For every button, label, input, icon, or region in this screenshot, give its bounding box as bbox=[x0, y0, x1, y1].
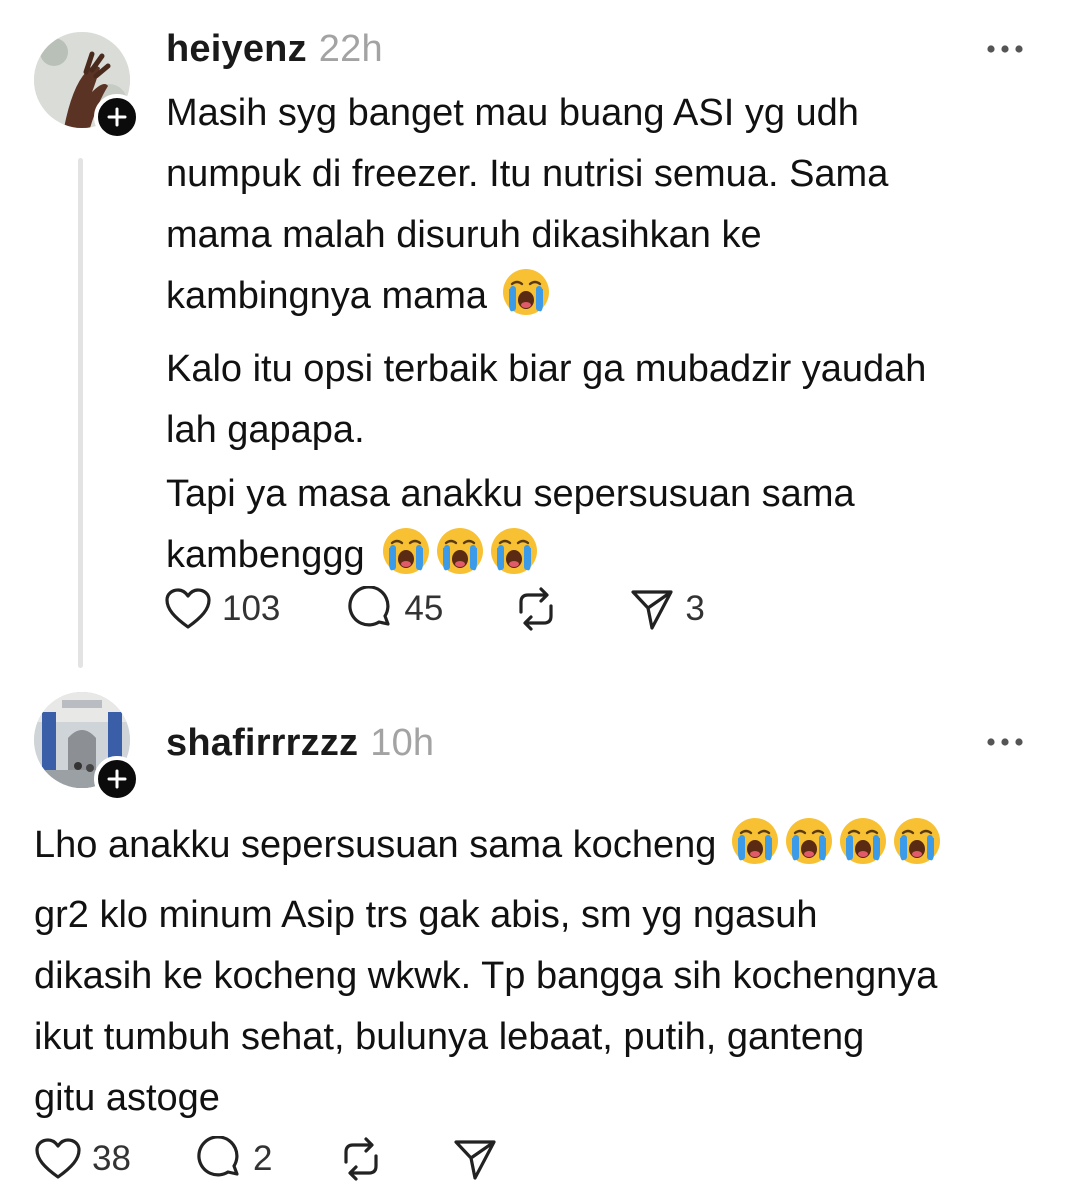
repost-icon bbox=[344, 1137, 379, 1181]
loudly-crying-face-icon bbox=[381, 526, 431, 576]
like-count: 103 bbox=[222, 589, 281, 628]
reply-count: 2 bbox=[252, 1139, 273, 1178]
body-line: gitu astoge bbox=[34, 1077, 220, 1119]
timestamp: 10h bbox=[370, 722, 435, 764]
repost-button[interactable] bbox=[513, 586, 559, 632]
body-line: numpuk di freezer. Itu nutrisi semua. Sa… bbox=[166, 153, 889, 195]
post-heiyenz: heiyenz 22h Masih syg banget mau buang AS… bbox=[0, 0, 1068, 680]
body-line: Kalo itu opsi terbaik biar ga mubadzir y… bbox=[166, 348, 927, 390]
plus-icon bbox=[107, 769, 127, 789]
body-line: lah gapapa. bbox=[166, 409, 365, 451]
repost-icon bbox=[519, 587, 553, 631]
comment-icon bbox=[197, 1136, 239, 1177]
body-line: Masih syg banget mau buang ASI yg udh bbox=[166, 92, 859, 134]
username[interactable]: shafirrrzzz bbox=[166, 722, 358, 764]
follow-button[interactable] bbox=[94, 94, 140, 140]
comment-icon bbox=[348, 586, 391, 627]
loudly-crying-face-icon bbox=[730, 816, 780, 866]
body-line: kambingnya mama bbox=[166, 275, 488, 317]
body-line: kambenggg bbox=[166, 534, 365, 576]
plus-icon bbox=[107, 107, 127, 127]
like-count: 38 bbox=[92, 1139, 131, 1178]
reply-count: 45 bbox=[404, 589, 444, 628]
post-header: shafirrrzzz 10h bbox=[166, 722, 434, 765]
heart-icon bbox=[165, 588, 211, 629]
post-header: heiyenz 22h bbox=[166, 28, 383, 71]
like-button[interactable]: 103 bbox=[164, 587, 280, 631]
loudly-crying-face-icon bbox=[784, 816, 834, 866]
emoji-group bbox=[716, 816, 942, 883]
body-line-with-emoji: Lho anakku sepersusuan sama kocheng bbox=[34, 816, 942, 883]
reply-button[interactable]: 2 bbox=[197, 1136, 272, 1182]
post-shafirrrzzz: shafirrrzzz 10h Lho anakku sepersusuan sa… bbox=[0, 680, 1068, 1200]
loudly-crying-face-icon bbox=[489, 526, 539, 576]
emoji-group bbox=[365, 526, 539, 593]
like-button[interactable]: 38 bbox=[34, 1137, 131, 1181]
body-line: Tapi ya masa anakku sepersusuan sama bbox=[166, 473, 855, 515]
heart-icon bbox=[35, 1138, 81, 1179]
body-line: mama malah disuruh dikasihkan ke bbox=[166, 214, 762, 256]
action-bar: 103 45 3 bbox=[164, 586, 705, 632]
username[interactable]: heiyenz bbox=[166, 28, 307, 70]
body-line: gr2 klo minum Asip trs gak abis, sm yg n… bbox=[34, 894, 818, 936]
follow-button[interactable] bbox=[94, 756, 140, 802]
loudly-crying-face-icon bbox=[892, 816, 942, 866]
send-icon bbox=[631, 590, 673, 630]
body-line: Lho anakku sepersusuan sama kocheng bbox=[34, 824, 717, 866]
emoji-group bbox=[487, 267, 551, 334]
loudly-crying-face-icon bbox=[501, 267, 551, 317]
more-options-icon[interactable] bbox=[986, 736, 1026, 748]
timestamp: 22h bbox=[318, 28, 383, 70]
body-line-with-emoji: kambingnya mama bbox=[166, 267, 926, 334]
action-bar: 38 2 bbox=[34, 1136, 498, 1182]
share-count: 3 bbox=[685, 589, 705, 628]
share-button[interactable] bbox=[452, 1136, 498, 1182]
body-line-with-emoji: kambenggg bbox=[166, 526, 926, 593]
send-icon bbox=[454, 1140, 497, 1180]
reply-button[interactable]: 45 bbox=[348, 586, 443, 632]
loudly-crying-face-icon bbox=[838, 816, 888, 866]
repost-button[interactable] bbox=[338, 1136, 384, 1182]
loudly-crying-face-icon bbox=[435, 526, 485, 576]
share-button[interactable]: 3 bbox=[629, 586, 705, 632]
body-line: dikasih ke kocheng wkwk. Tp bangga sih k… bbox=[34, 955, 938, 997]
post-body: Lho anakku sepersusuan sama kocheng gr2 … bbox=[34, 816, 942, 1130]
more-options-icon[interactable] bbox=[986, 43, 1026, 55]
post-body: Masih syg banget mau buang ASI yg udh nu… bbox=[166, 84, 926, 596]
thread-line bbox=[78, 158, 83, 668]
body-line: ikut tumbuh sehat, bulunya lebaat, putih… bbox=[34, 1016, 865, 1058]
